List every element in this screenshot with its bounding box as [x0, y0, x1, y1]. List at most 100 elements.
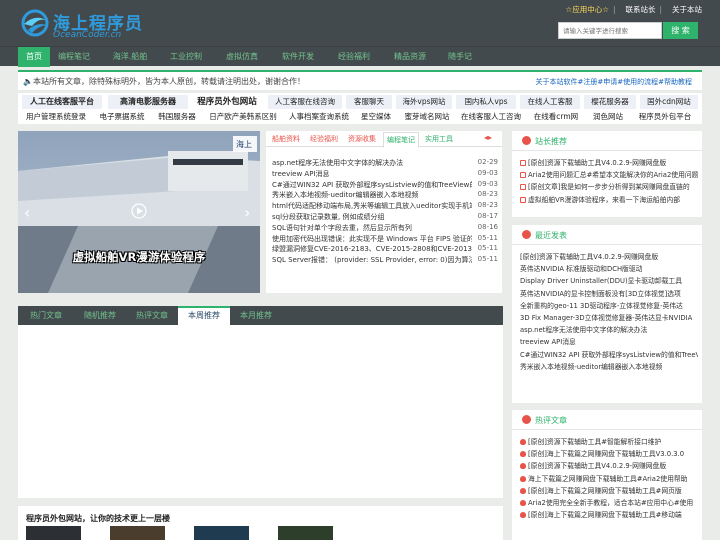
list-item[interactable]: Aria2使用问题汇总#希望本文能解决你的Aria2使用问题	[520, 169, 698, 181]
news-title: 使用加密代码出现错误：此实现不是 Windows 平台 FIPS 验证的加密算法…	[272, 234, 472, 243]
news-title: SQL语句针对单个字段去重，然后显示所有列	[272, 223, 412, 232]
slider-prev-icon[interactable]: ‹	[24, 203, 30, 222]
play-icon[interactable]	[131, 203, 147, 219]
link-item[interactable]: 人事档案查询系统	[286, 110, 352, 124]
list-item[interactable]: [原创]资源下载辅助工具V4.0.2.9-网赚网盘版	[520, 460, 698, 472]
news-date: 05-11	[477, 244, 498, 253]
list-item[interactable]: SQL Server报错： (provider: SSL Provider, e…	[272, 255, 498, 266]
list-item[interactable]: treeview API消息	[520, 336, 698, 348]
list-item[interactable]: SQL语句针对单个字段去重，然后显示所有列 08-16	[272, 223, 498, 234]
nav-jottings[interactable]: 随手记	[442, 47, 478, 67]
link-item[interactable]: 韩国服务器	[154, 110, 200, 124]
site-logo[interactable]: 海上程序员 OceanCoder.cn	[20, 6, 145, 42]
tab-notes[interactable]: 编程笔记	[383, 132, 419, 148]
list-item[interactable]: 使用加密代码出现错误：此实现不是 Windows 平台 FIPS 验证的加密算法…	[272, 234, 498, 245]
list-item[interactable]: 3D Fix Manager-3D立体视觉修复器-英伟达显卡NVIDIA	[520, 312, 698, 324]
thumbnail[interactable]	[278, 526, 333, 540]
app-center-link[interactable]: ☆应用中心☆	[565, 5, 608, 14]
list-item[interactable]: [原创文章]我是如何一步步分析得到某网赚网盘直链的	[520, 181, 698, 193]
list-item[interactable]: 全新重构的geo-11 3D驱动程序-立体视觉修复-英伟达	[520, 300, 698, 312]
list-item[interactable]: 秀米嵌入本地视频-ueditor编辑器嵌入本地视频 08-23	[272, 190, 498, 201]
link-item[interactable]: 人工客服在线咨询	[268, 95, 342, 109]
nav-home[interactable]: 首页	[18, 47, 50, 67]
link-item[interactable]: 润色网站	[588, 110, 628, 124]
link-item[interactable]: 在线看crm网	[530, 110, 582, 124]
list-item[interactable]: sql分段获取记录数量, 例如成绩分组 08-17	[272, 212, 498, 223]
link-item[interactable]: 海外vps网站	[396, 95, 452, 109]
link-item[interactable]: 用户管理系统登录	[22, 110, 90, 124]
nav-benefits[interactable]: 经验福利	[332, 47, 376, 67]
tab-tools[interactable]: 实用工具	[425, 134, 453, 144]
list-item[interactable]: C#通过WIN32 API 获取外部程序sysListview的值和TreeVi…	[272, 180, 498, 191]
link-item[interactable]: 在线人工客服	[520, 95, 580, 109]
tab-month[interactable]: 本月推荐	[230, 306, 282, 325]
list-item[interactable]: asp.net程序无法使用中文字体的解决办法 02-29	[272, 158, 498, 169]
list-item[interactable]: asp.net程序无法使用中文字体的解决办法	[520, 324, 698, 336]
search-input[interactable]	[558, 22, 662, 39]
link-item[interactable]: 人工在线客服平台	[22, 95, 102, 109]
tab-ship-data[interactable]: 船舶资料	[272, 134, 300, 144]
list-item-label: [原创]海上下载篇之网赚网盘下载辅助工具#网页版	[528, 486, 682, 495]
list-item[interactable]: treeview API消息 09-03	[272, 169, 498, 180]
outsourcing-section: 程序员外包网站，让你的技术更上一层楼	[18, 506, 503, 540]
about-link[interactable]: 关于本站	[672, 5, 702, 14]
news-date: 09-03	[477, 179, 498, 188]
tab-hot-comments[interactable]: 热评文章	[126, 306, 178, 325]
help-link[interactable]: 关于本站软件#注册#申请#使用的流程#帮助教程	[536, 77, 692, 87]
link-item[interactable]: 客服聊天	[346, 95, 392, 109]
search-button[interactable]: 搜 索	[663, 22, 698, 39]
list-item-label: [原创]资源下载辅助工具#智能解析接口维护	[528, 438, 662, 446]
top-links: ☆应用中心☆ | 联系站长 | 关于本站	[555, 4, 702, 15]
list-item[interactable]: [原创]资源下载辅助工具V4.0.2.9-网赚网盘版	[520, 157, 698, 169]
list-item[interactable]: [原创]资源下载辅助工具#智能解析接口维护	[520, 436, 698, 448]
list-item[interactable]: Display Driver Uninstaller(DDU)显卡驱动卸载工具	[520, 275, 698, 287]
sidebar-title: 站长推荐	[535, 137, 567, 146]
slider-next-icon[interactable]: ›	[244, 203, 250, 222]
list-item-label: Aria2使用完全全新手教程，适合本站#应用中心#使用	[528, 498, 694, 507]
nav-marine[interactable]: 海洋.船舶	[108, 47, 152, 67]
link-item[interactable]: 樱花服务器	[584, 95, 636, 109]
list-item[interactable]: 绿盟漏洞修复CVE-2016-2183、CVE-2015-2808和CVE-20…	[272, 244, 498, 255]
link-item[interactable]: 国内私人vps	[456, 95, 516, 109]
main-nav: 首页 编程笔记 海洋.船舶 工业控制 虚拟仿真 软件开发 经验福利 精品资源 随…	[0, 46, 720, 67]
list-item[interactable]: 秀米嵌入本地视频-ueditor编辑器嵌入本地视频	[520, 361, 698, 373]
link-item[interactable]: 在线客服人工咨询	[458, 110, 524, 124]
nav-simulation[interactable]: 虚拟仿真	[220, 47, 264, 67]
nav-resources[interactable]: 精品资源	[388, 47, 432, 67]
tab-hot[interactable]: 热门文章	[18, 306, 74, 325]
list-item[interactable]: 英伟达NVIDIA的显卡控制面板没有[3D立体视觉]选项	[520, 288, 698, 300]
list-item[interactable]: [原创]海上下载篇之网赚网盘下载辅助工具V3.0.3.0	[520, 448, 698, 460]
list-item[interactable]: html代码适配移动端布局,秀米等编辑工具放入ueditor实现手机端效果 08-…	[272, 201, 498, 212]
tab-random[interactable]: 随机推荐	[74, 306, 126, 325]
list-item[interactable]: [原创]资源下载辅助工具V4.0.2.9-网赚网盘版	[520, 251, 698, 263]
separator: |	[612, 5, 616, 14]
tab-resources[interactable]: 资源收集	[348, 134, 376, 144]
contact-link[interactable]: 联系站长	[625, 5, 655, 14]
link-item[interactable]: 高清电影服务器	[108, 95, 188, 109]
tab-week[interactable]: 本周推荐	[178, 306, 230, 325]
list-item[interactable]: [原创]海上下载篇之网赚网盘下载辅助工具#移动端	[520, 509, 698, 521]
tab-benefits[interactable]: 经验福利	[310, 134, 338, 144]
list-item[interactable]: Aria2使用完全全新手教程，适合本站#应用中心#使用	[520, 497, 698, 509]
list-item[interactable]: [原创]海上下载篇之网赚网盘下载辅助工具#网页版	[520, 485, 698, 497]
nav-software[interactable]: 软件开发	[276, 47, 320, 67]
list-item[interactable]: 海上下载篇之网赚网盘下载辅助工具#Aria2使用帮助	[520, 473, 698, 485]
thumbnail[interactable]	[26, 526, 81, 540]
link-item[interactable]: 国外cdn网站	[640, 95, 698, 109]
link-item[interactable]: 电子票据系统	[96, 110, 148, 124]
link-item[interactable]: 星空媒体	[358, 110, 394, 124]
nav-industrial[interactable]: 工业控制	[164, 47, 208, 67]
list-item[interactable]: C#通过WIN32 API 获取外部程序sysListview的值和TreeVi…	[520, 349, 698, 361]
image-slider[interactable]: 海上 虚拟船舶VR漫游体验程序 ‹ ›	[18, 131, 260, 293]
tab-scroll-icon[interactable]: ◂▸	[484, 133, 492, 142]
thumbnail[interactable]	[194, 526, 249, 540]
list-item[interactable]: 英伟达NVIDIA 标准版驱动和DCH版驱动	[520, 263, 698, 275]
news-date: 08-23	[477, 201, 498, 210]
list-item[interactable]: 虚拟船舶VR漫游体验程序，来看一下海运船舶内部	[520, 194, 698, 206]
thumbnail[interactable]	[110, 526, 165, 540]
link-item[interactable]: 程序员外包网站	[190, 95, 264, 109]
link-item[interactable]: 蜜芽域名网站	[400, 110, 454, 124]
link-item[interactable]: 日产欧产美韩系区别	[204, 110, 282, 124]
nav-notes[interactable]: 编程笔记	[52, 47, 96, 67]
link-item[interactable]: 程序员外包平台	[632, 110, 698, 124]
